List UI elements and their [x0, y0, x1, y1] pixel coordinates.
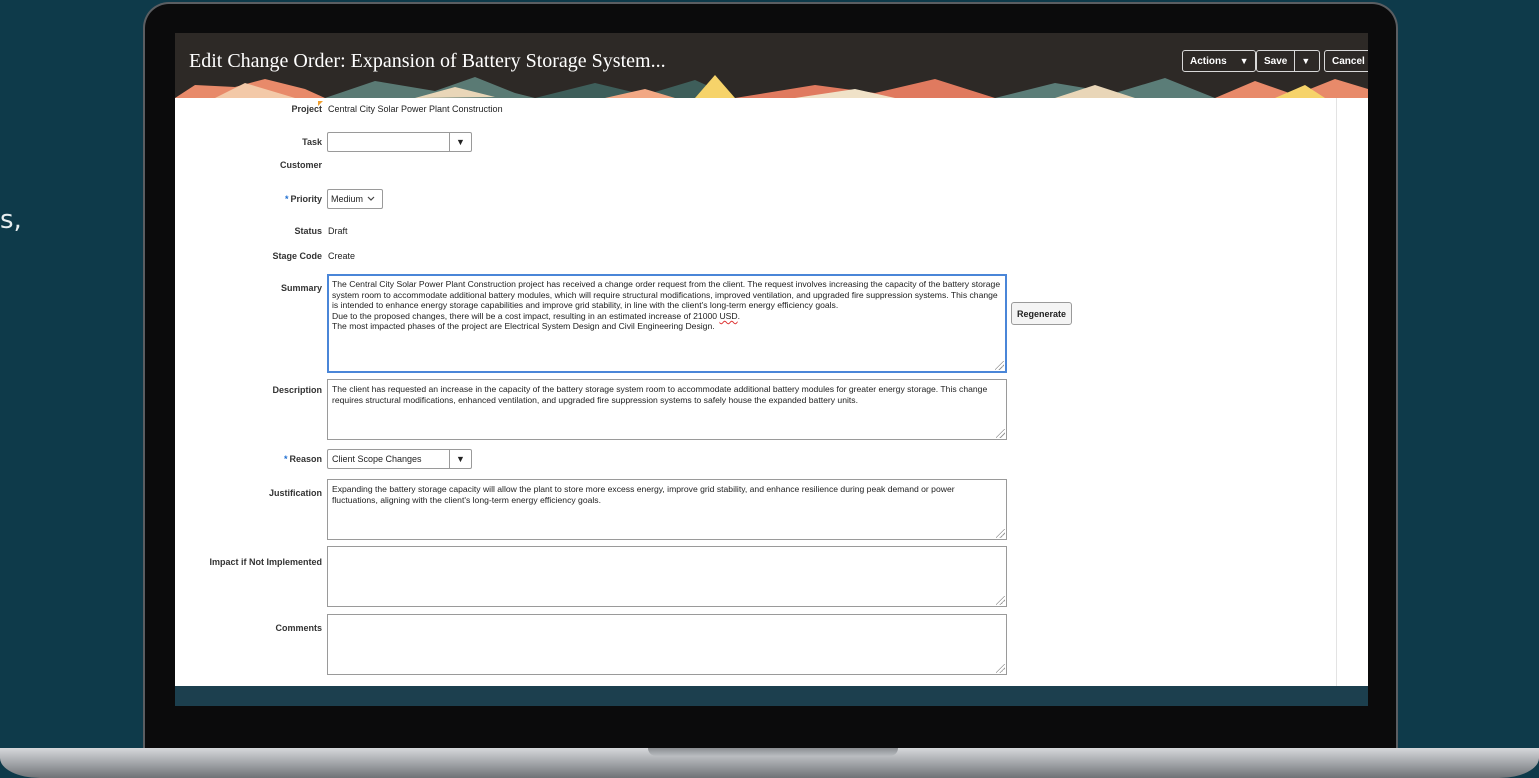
- actions-label: Actions: [1190, 55, 1227, 67]
- impact-textarea[interactable]: [327, 546, 1007, 607]
- page-header: Edit Change Order: Expansion of Battery …: [175, 33, 1368, 98]
- resize-handle-icon[interactable]: [995, 361, 1004, 370]
- dropdown-arrow-icon[interactable]: ▼: [449, 133, 471, 151]
- summary-label: Summary: [280, 283, 322, 293]
- reason-value: Client Scope Changes: [332, 454, 422, 464]
- required-marker: *: [283, 454, 288, 464]
- project-label: Project: [291, 104, 322, 114]
- justification-text: Expanding the battery storage capacity w…: [332, 484, 955, 505]
- summary-period: .: [737, 310, 740, 321]
- cancel-button[interactable]: Cancel: [1324, 50, 1368, 72]
- reason-label-text: Reason: [289, 454, 322, 464]
- priority-label: * Priority: [285, 194, 322, 204]
- description-textarea[interactable]: The client has requested an increase in …: [327, 379, 1007, 440]
- chevron-down-icon: [367, 196, 375, 201]
- stage-code-value: Create: [328, 251, 356, 261]
- save-label: Save: [1264, 55, 1288, 67]
- dropdown-arrow-icon[interactable]: ▼: [449, 450, 471, 468]
- save-button[interactable]: Save ▼: [1256, 50, 1320, 72]
- content-divider: [1336, 98, 1337, 686]
- priority-select[interactable]: Medium: [327, 189, 383, 209]
- description-label: Description: [272, 385, 322, 395]
- required-marker: *: [284, 194, 289, 204]
- reason-select[interactable]: Client Scope Changes ▼: [327, 449, 472, 469]
- page-title: Edit Change Order: Expansion of Battery …: [189, 50, 666, 72]
- caret-down-icon: ▼: [1239, 56, 1249, 66]
- app-screen: Edit Change Order: Expansion of Battery …: [175, 33, 1368, 706]
- summary-textarea[interactable]: The Central City Solar Power Plant Const…: [327, 274, 1007, 373]
- resize-handle-icon[interactable]: [996, 529, 1005, 538]
- description-text: The client has requested an increase in …: [332, 384, 988, 405]
- project-value: Central City Solar Power Plant Construct…: [328, 104, 503, 114]
- priority-value: Medium: [331, 194, 364, 204]
- impact-label: Impact if Not Implemented: [209, 557, 322, 567]
- customer-label: Customer: [279, 160, 322, 170]
- footer-bar: [175, 686, 1368, 706]
- summary-cost-text: Due to the proposed changes, there will …: [332, 310, 720, 321]
- summary-paragraph-1: The Central City Solar Power Plant Const…: [332, 279, 1001, 311]
- comments-textarea[interactable]: [327, 614, 1007, 675]
- header-decoration: [175, 75, 1368, 98]
- status-label: Status: [294, 226, 322, 236]
- task-label: Task: [302, 137, 322, 147]
- status-value: Draft: [328, 226, 348, 236]
- background-side-text: s,: [0, 205, 22, 235]
- task-select[interactable]: ▼: [327, 132, 472, 152]
- comments-label: Comments: [275, 623, 322, 633]
- resize-handle-icon[interactable]: [996, 596, 1005, 605]
- resize-handle-icon[interactable]: [996, 664, 1005, 673]
- regenerate-button[interactable]: Regenerate: [1011, 302, 1072, 325]
- actions-menu-button[interactable]: Actions ▼: [1182, 50, 1256, 72]
- save-options-caret-icon[interactable]: ▼: [1294, 51, 1316, 71]
- summary-currency: USD: [719, 310, 738, 321]
- stage-code-label: Stage Code: [272, 251, 322, 261]
- resize-handle-icon[interactable]: [996, 429, 1005, 438]
- summary-paragraph-3: The most impacted phases of the project …: [332, 321, 715, 332]
- justification-label: Justification: [268, 488, 322, 498]
- justification-textarea[interactable]: Expanding the battery storage capacity w…: [327, 479, 1007, 540]
- reason-label: * Reason: [284, 454, 322, 464]
- priority-label-text: Priority: [290, 194, 322, 204]
- cancel-label: Cancel: [1332, 55, 1365, 67]
- summary-paragraph-2: Due to the proposed changes, there will …: [332, 311, 1002, 322]
- laptop-notch: [648, 748, 898, 756]
